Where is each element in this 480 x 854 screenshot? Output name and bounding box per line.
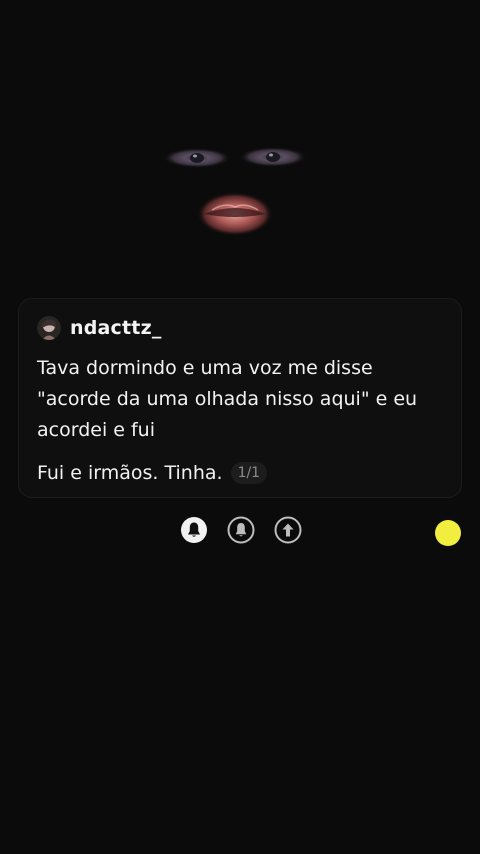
bell-filled-icon bbox=[180, 516, 208, 548]
bell-outline-button[interactable] bbox=[227, 516, 255, 548]
page-indicator-badge: 1/1 bbox=[230, 462, 268, 484]
upvote-button[interactable] bbox=[274, 516, 302, 548]
comment-card: ndacttz_ Tava dormindo e uma voz me diss… bbox=[18, 298, 462, 498]
screen: ndacttz_ Tava dormindo e uma voz me diss… bbox=[0, 0, 480, 854]
yellow-dot-indicator bbox=[435, 520, 461, 546]
arrow-up-icon bbox=[274, 516, 302, 548]
reply-row: Fui e irmãos. Tinha. 1/1 bbox=[37, 458, 443, 488]
comment-header: ndacttz_ bbox=[37, 313, 443, 343]
bell-filled-button[interactable] bbox=[180, 516, 208, 548]
comment-text: Tava dormindo e uma voz me disse "acorde… bbox=[37, 357, 418, 441]
action-bar bbox=[180, 516, 302, 548]
avatar[interactable] bbox=[37, 316, 61, 340]
username[interactable]: ndacttz_ bbox=[70, 317, 162, 339]
face-image bbox=[160, 140, 310, 240]
bell-outline-icon bbox=[227, 516, 255, 548]
reply-text: Fui e irmãos. Tinha. bbox=[37, 462, 223, 484]
